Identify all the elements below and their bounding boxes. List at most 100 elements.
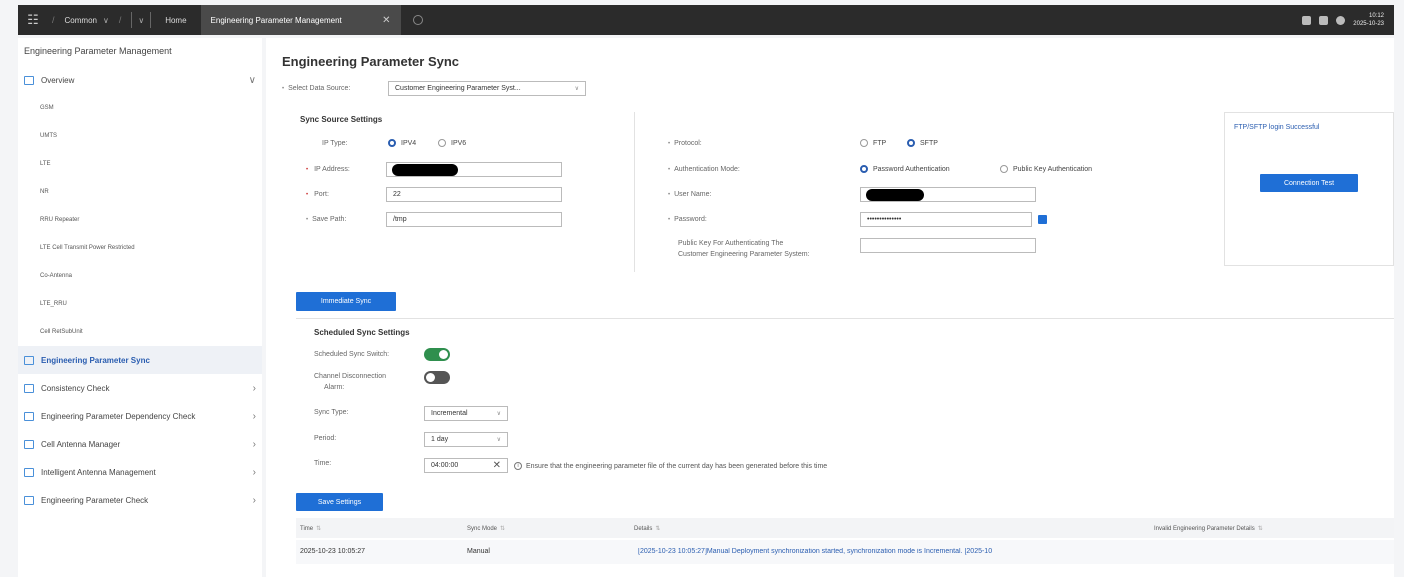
show-password-icon[interactable] xyxy=(1038,215,1047,224)
header-label: Time xyxy=(300,525,314,532)
save-path-label-text: Save Path: xyxy=(312,216,347,223)
header-label: Details xyxy=(634,525,653,532)
home-tab[interactable]: Home xyxy=(157,16,200,25)
column-header-invalid-details[interactable]: Invalid Engineering Parameter Details ⇅ xyxy=(1154,525,1263,533)
sidebar-item-engineering-parameter-check[interactable]: Engineering Parameter Check › xyxy=(18,486,262,514)
radio-label: IPV4 xyxy=(401,139,417,147)
clear-icon[interactable]: ✕ xyxy=(493,460,501,471)
sidebar-item-engineering-parameter-dependency-check[interactable]: Engineering Parameter Dependency Check › xyxy=(18,402,262,430)
save-settings-button[interactable]: Save Settings xyxy=(296,493,383,511)
radio-label: Public Key Authentication xyxy=(1013,165,1092,173)
chevron-right-icon: › xyxy=(252,438,256,450)
chevron-right-icon: › xyxy=(252,410,256,422)
sidebar-item-label: Engineering Parameter Sync xyxy=(41,355,150,365)
radio-unchecked-icon xyxy=(438,139,446,147)
sort-icon[interactable]: ⇅ xyxy=(500,525,505,532)
sort-icon[interactable]: ⇅ xyxy=(655,525,660,532)
sync-type-select[interactable]: Incremental ∨ xyxy=(424,406,508,421)
sort-icon[interactable]: ⇅ xyxy=(316,525,321,532)
channel-disconnection-toggle[interactable] xyxy=(424,371,450,384)
sidebar-subitem-lte[interactable]: LTE xyxy=(18,150,262,178)
radio-checked-icon xyxy=(860,165,868,173)
close-icon[interactable]: ✕ xyxy=(382,15,390,26)
sidebar-subitem-gsm[interactable]: GSM xyxy=(18,94,262,122)
overview-children: GSM UMTS LTE NR RRU Repeater LTE Cell Transmi… xyxy=(18,94,262,346)
sidebar-item-label: Cell Antenna Manager xyxy=(41,439,121,449)
port-input[interactable]: 22 xyxy=(386,187,562,202)
sidebar-subitem-nr[interactable]: NR xyxy=(18,178,262,206)
divider xyxy=(634,112,635,272)
port-label: Port: xyxy=(306,191,329,198)
save-path-input[interactable]: /tmp xyxy=(386,212,562,227)
password-input[interactable]: •••••••••••••• xyxy=(860,212,1032,227)
ip-address-label: IP Address: xyxy=(306,166,350,173)
divider xyxy=(296,318,1394,319)
chevron-down-icon[interactable]: ∨ xyxy=(138,16,144,25)
sidebar-item-cell-antenna-manager[interactable]: Cell Antenna Manager › xyxy=(18,430,262,458)
sidebar-item-intelligent-antenna-management[interactable]: Intelligent Antenna Management › xyxy=(18,458,262,486)
scheduled-sync-toggle[interactable] xyxy=(424,348,450,361)
tab-engineering-parameter-management[interactable]: Engineering Parameter Management ✕ xyxy=(200,5,401,35)
ip-type-label: IP Type: xyxy=(322,140,348,147)
public-key-label-line2: Customer Engineering Parameter System: xyxy=(678,251,810,258)
sidebar-item-label: Consistency Check xyxy=(41,383,110,393)
column-header-details[interactable]: Details ⇅ xyxy=(634,525,660,533)
sidebar-item-consistency-check[interactable]: Consistency Check › xyxy=(18,374,262,402)
chevron-down-icon: ∨ xyxy=(496,411,501,417)
sync-source-title: Sync Source Settings xyxy=(300,115,383,124)
chevron-down-icon: ∨ xyxy=(102,15,109,25)
clock-time: 10:12 xyxy=(1368,13,1384,19)
cell-time: 2025-10-23 10:05:27 xyxy=(300,548,365,555)
period-select[interactable]: 1 day ∨ xyxy=(424,432,508,447)
ipv4-radio[interactable]: IPV4 xyxy=(388,139,416,147)
connection-test-button[interactable]: Connection Test xyxy=(1260,174,1358,192)
channel-label-line1: Channel Disconnection xyxy=(314,373,386,380)
sftp-radio[interactable]: SFTP xyxy=(907,139,938,147)
radio-unchecked-icon xyxy=(1000,165,1008,173)
sidebar-subitem-rru-repeater[interactable]: RRU Repeater xyxy=(18,206,262,234)
immediate-sync-button[interactable]: Immediate Sync xyxy=(296,292,396,311)
time-input[interactable]: 04:00:00 ✕ xyxy=(424,458,508,473)
protocol-label-text: Protocol: xyxy=(674,140,702,147)
sidebar-items: Engineering Parameter Sync Consistency Ch… xyxy=(18,346,262,514)
chevron-right-icon: › xyxy=(252,466,256,478)
sidebar-subitem-umts[interactable]: UMTS xyxy=(18,122,262,150)
time-hint: i Ensure that the engineering parameter f… xyxy=(514,462,827,470)
user-icon[interactable] xyxy=(1336,15,1346,25)
sidebar-subitem-lte-rru[interactable]: LTE_RRU xyxy=(18,290,262,318)
ftp-radio[interactable]: FTP xyxy=(860,139,886,147)
common-menu[interactable]: Common ∨ xyxy=(59,16,115,25)
sidebar-item-overview[interactable]: Overview ∨ xyxy=(18,66,262,94)
separator: / xyxy=(118,15,122,25)
ip-address-label-text: IP Address: xyxy=(314,166,350,173)
info-icon: i xyxy=(514,462,522,470)
monitor-icon[interactable] xyxy=(1302,15,1312,25)
sort-icon[interactable]: ⇅ xyxy=(1258,525,1263,532)
public-key-input[interactable] xyxy=(860,238,1036,253)
column-header-time[interactable]: Time ⇅ xyxy=(300,525,321,533)
cell-details-link[interactable]: [2025-10-23 10:05:27]Manual Deployment s… xyxy=(638,548,1156,555)
check-icon xyxy=(24,383,34,393)
settings-icon[interactable] xyxy=(1319,15,1329,25)
sidebar-item-engineering-parameter-sync[interactable]: Engineering Parameter Sync xyxy=(18,346,262,374)
sidebar-subitem-cell-retsubunit[interactable]: Cell RetSubUnit xyxy=(18,318,262,346)
topbar-right: 10:12 2025-10-23 xyxy=(1302,12,1394,28)
auth-mode-label-text: Authentication Mode: xyxy=(674,166,740,173)
sidebar-subitem-lte-cell-transmit-power-restricted[interactable]: LTE Cell Transmit Power Restricted xyxy=(18,234,262,262)
info-icon[interactable] xyxy=(412,15,423,25)
app-grid-icon[interactable]: ☷ xyxy=(18,5,48,35)
sidebar: Engineering Parameter Management Overvie… xyxy=(18,38,262,577)
separator: / xyxy=(52,15,55,25)
data-source-select[interactable]: Customer Engineering Parameter Syst... ∨ xyxy=(388,81,586,96)
time-label: Time: xyxy=(314,460,332,467)
auth-mode-label: Authentication Mode: xyxy=(668,166,740,173)
column-header-sync-mode[interactable]: Sync Mode ⇅ xyxy=(467,525,505,533)
time-value: 04:00:00 xyxy=(431,462,459,469)
password-auth-radio[interactable]: Password Authentication xyxy=(860,165,950,173)
radio-checked-icon xyxy=(388,139,396,147)
sidebar-subitem-co-antenna[interactable]: Co-Antenna xyxy=(18,262,262,290)
ipv6-radio[interactable]: IPV6 xyxy=(438,139,466,147)
port-label-text: Port: xyxy=(314,191,329,198)
data-source-label-text: Select Data Source: xyxy=(288,85,351,92)
public-key-auth-radio[interactable]: Public Key Authentication xyxy=(1000,165,1092,173)
